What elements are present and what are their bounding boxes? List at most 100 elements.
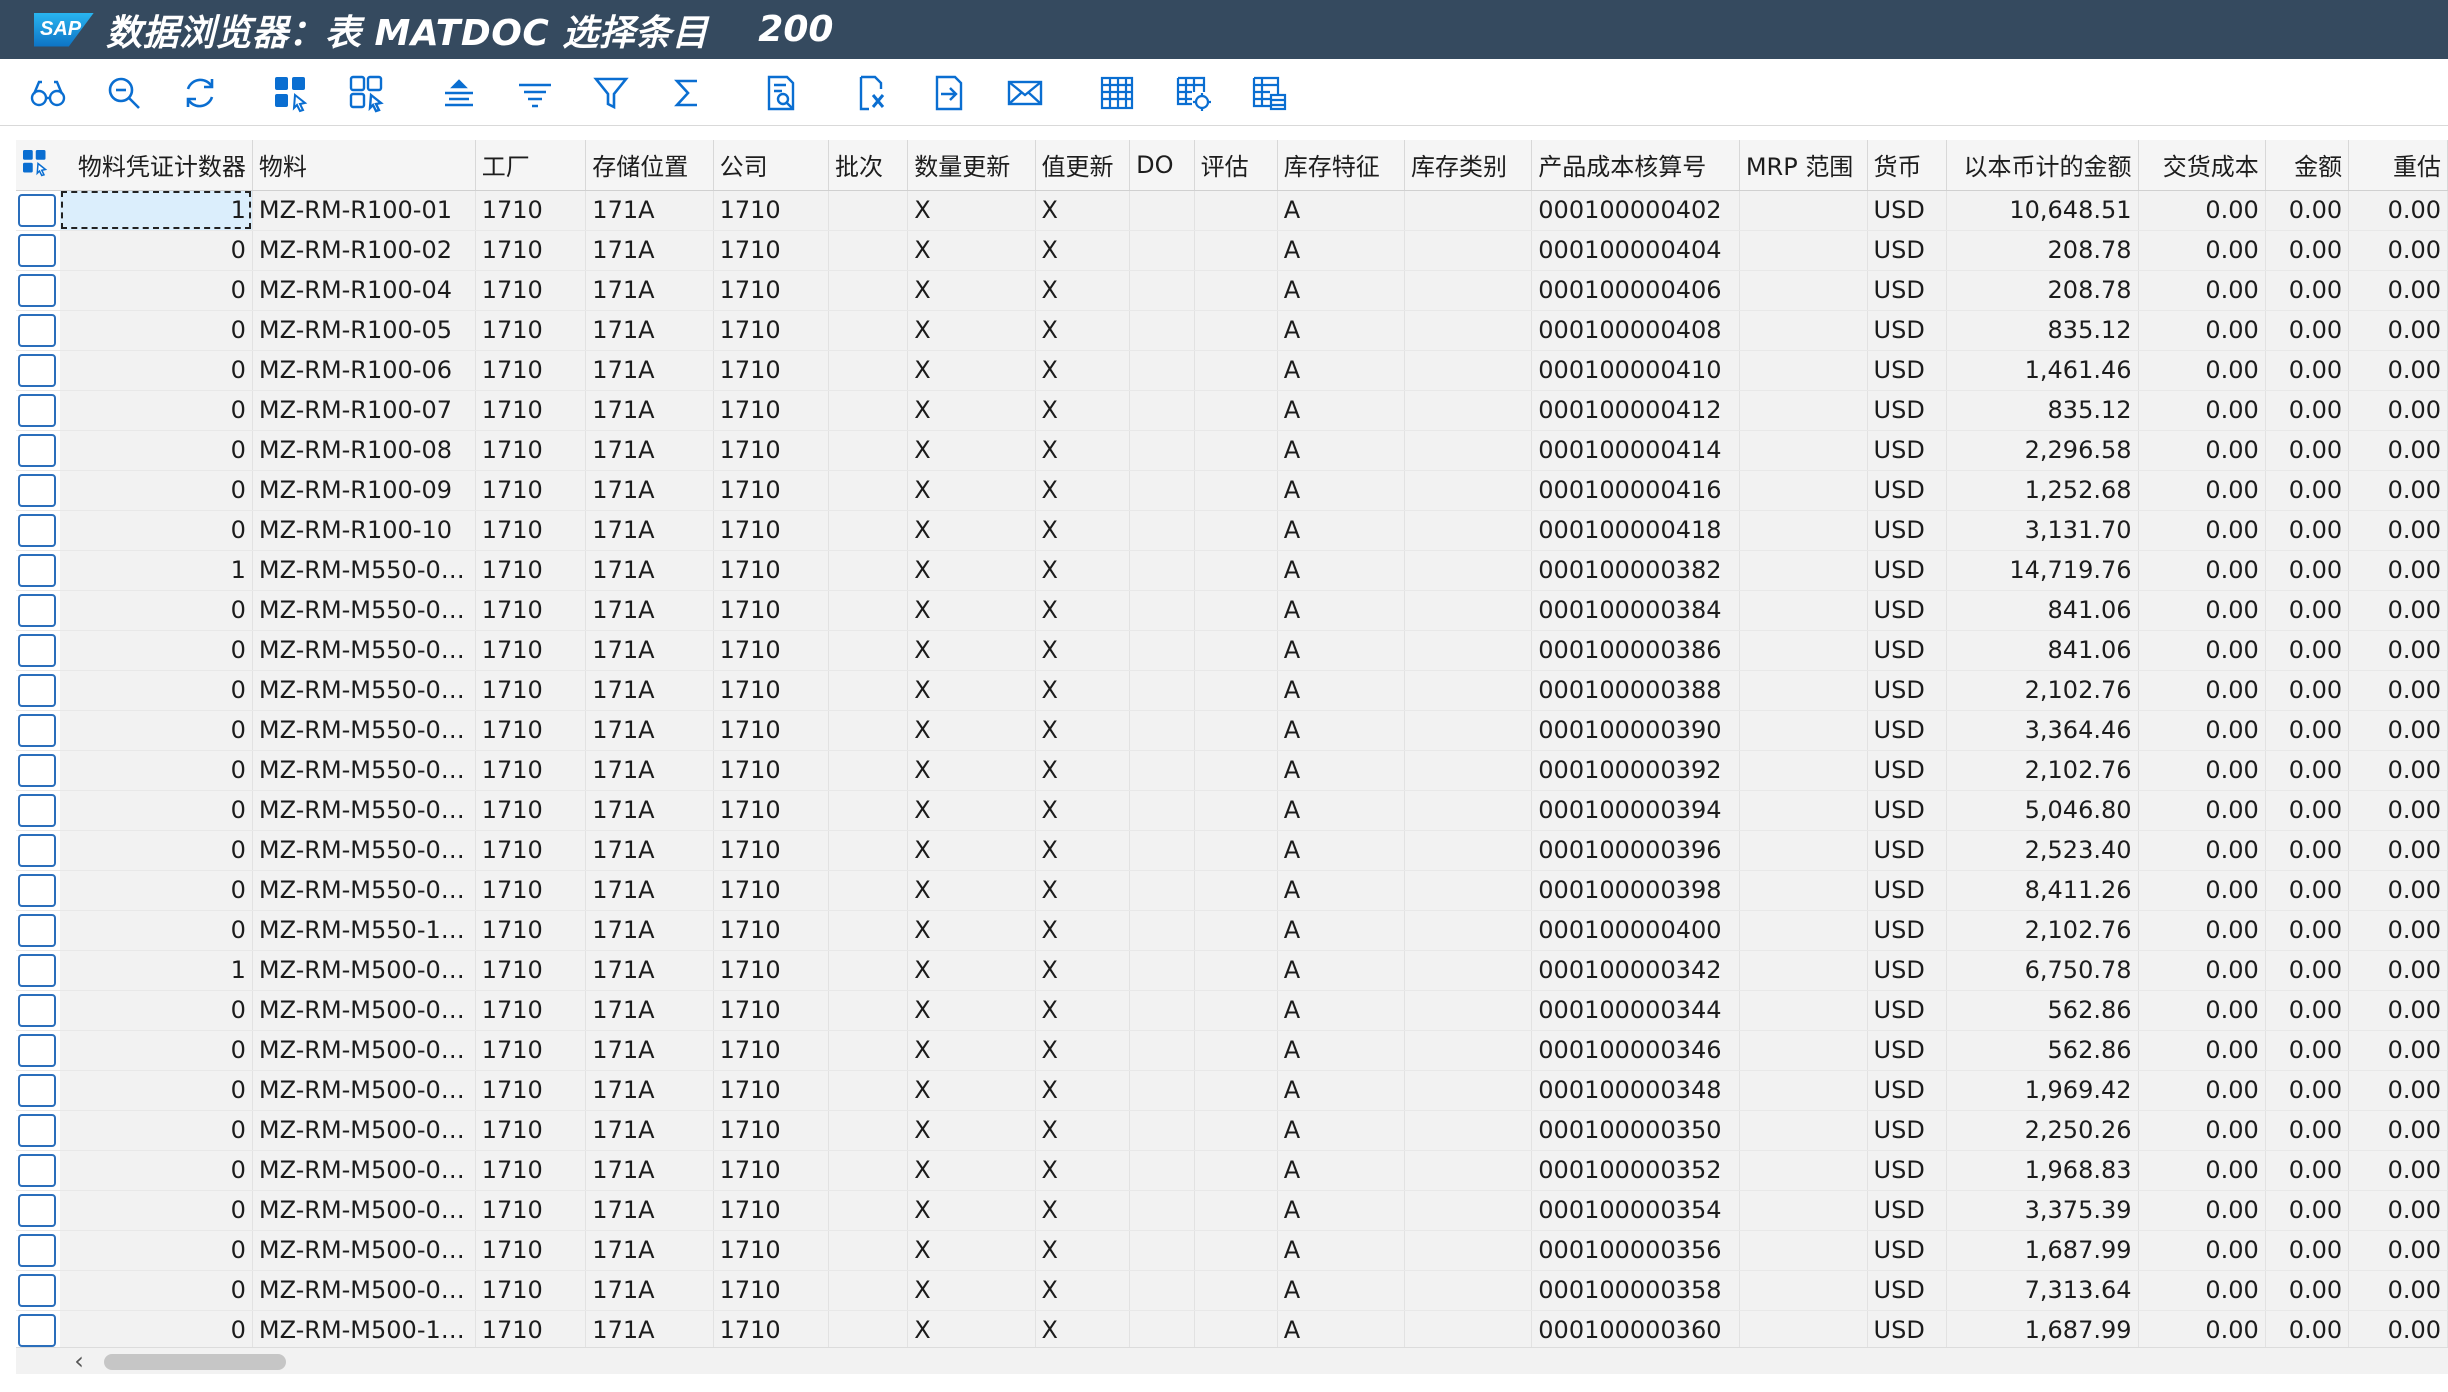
table-cell[interactable] <box>1129 550 1195 591</box>
table-cell[interactable]: X <box>1035 230 1131 271</box>
table-cell[interactable]: 1710 <box>713 590 829 631</box>
table-cell[interactable]: USD <box>1867 1230 1947 1271</box>
table-cell[interactable]: X <box>1035 1270 1131 1311</box>
table-cell[interactable]: X <box>1035 190 1131 231</box>
magnifier-icon[interactable] <box>103 72 145 114</box>
table-row[interactable]: 0 MZ-RM-R100-10 1710 171A 1710 X X A 00010000041… <box>16 510 2448 551</box>
table-cell[interactable]: X <box>907 310 1036 351</box>
table-cell[interactable]: 0.00 <box>2138 190 2266 231</box>
table-cell[interactable]: 000100000388 <box>1531 670 1740 711</box>
table-row[interactable]: 0 MZ-RM-R100-04 1710 171A 1710 X X A 00010000040… <box>16 270 2448 311</box>
table-cell[interactable]: 171A <box>585 190 714 231</box>
table-cell[interactable]: 000100000390 <box>1531 710 1740 751</box>
table-cell[interactable] <box>1194 550 1278 591</box>
row-selector[interactable] <box>16 910 60 951</box>
table-cell[interactable] <box>828 590 909 631</box>
table-cell[interactable]: 0.00 <box>2265 310 2350 351</box>
table-cell[interactable]: 1710 <box>475 230 587 271</box>
table-cell[interactable]: 0.00 <box>2348 1030 2448 1071</box>
table-cell[interactable]: MZ-RM-M550-0… <box>252 750 476 791</box>
table-cell[interactable]: A <box>1277 1150 1406 1191</box>
table-cell[interactable]: 1,461.46 <box>1946 350 2139 391</box>
table-cell[interactable]: 0.00 <box>2265 830 2350 871</box>
table-cell[interactable]: 1710 <box>713 310 829 351</box>
table-cell[interactable]: MZ-RM-R100-05 <box>252 310 476 351</box>
table-cell[interactable]: 0 <box>59 1270 253 1311</box>
table-cell[interactable]: 0.00 <box>2138 990 2266 1031</box>
export-icon[interactable] <box>928 72 970 114</box>
table-cell[interactable] <box>828 510 909 551</box>
table-cell[interactable] <box>828 430 909 471</box>
table-cell[interactable] <box>1739 390 1868 431</box>
table-cell[interactable] <box>1739 550 1868 591</box>
table-cell[interactable]: 000100000398 <box>1531 870 1740 911</box>
table-cell[interactable]: A <box>1277 1310 1406 1351</box>
table-cell[interactable]: X <box>907 1070 1036 1111</box>
table-cell[interactable]: 1710 <box>713 950 829 991</box>
table-cell[interactable]: MZ-RM-M500-1… <box>252 1310 476 1351</box>
table-cell[interactable]: X <box>907 1230 1036 1271</box>
glasses-icon[interactable] <box>27 72 69 114</box>
row-selector[interactable] <box>16 990 60 1031</box>
row-select-checkbox[interactable] <box>18 713 56 747</box>
table-cell[interactable]: A <box>1277 990 1406 1031</box>
table-cell[interactable]: MZ-RM-M550-0… <box>252 710 476 751</box>
table-cell[interactable]: 000100000356 <box>1531 1230 1740 1271</box>
table-cell[interactable] <box>1404 950 1533 991</box>
table-cell[interactable]: 3,364.46 <box>1946 710 2139 751</box>
table-cell[interactable]: 835.12 <box>1946 310 2139 351</box>
table-cell[interactable]: 1710 <box>713 510 829 551</box>
table-cell[interactable]: 0.00 <box>2348 190 2448 231</box>
table-row[interactable]: 0 MZ-RM-M550-0… 1710 171A 1710 X X A 00010000039… <box>16 790 2448 831</box>
column-header-9[interactable]: 评估 <box>1194 140 1278 191</box>
table-cell[interactable]: X <box>907 1190 1036 1231</box>
column-header-12[interactable]: 产品成本核算号 <box>1531 140 1740 191</box>
table-cell[interactable]: 171A <box>585 430 714 471</box>
table-cell[interactable]: 1710 <box>713 1270 829 1311</box>
table-cell[interactable] <box>1129 590 1195 631</box>
table-cell[interactable] <box>1194 270 1278 311</box>
table-row[interactable]: 0 MZ-RM-M500-0… 1710 171A 1710 X X A 00010000034… <box>16 1070 2448 1111</box>
row-select-checkbox[interactable] <box>18 233 56 267</box>
table-cell[interactable] <box>1194 1150 1278 1191</box>
table-cell[interactable]: 1710 <box>475 670 587 711</box>
table-cell[interactable]: A <box>1277 830 1406 871</box>
table-cell[interactable] <box>1129 1150 1195 1191</box>
table-cell[interactable]: 0.00 <box>2265 230 2350 271</box>
table-cell[interactable]: 0.00 <box>2265 870 2350 911</box>
table-cell[interactable] <box>828 830 909 871</box>
table-cell[interactable] <box>1129 710 1195 751</box>
table-cell[interactable] <box>1404 1110 1533 1151</box>
table-cell[interactable]: X <box>1035 1070 1131 1111</box>
table-cell[interactable]: 1,969.42 <box>1946 1070 2139 1111</box>
table-cell[interactable]: 0.00 <box>2265 350 2350 391</box>
table-cell[interactable]: 0.00 <box>2348 910 2448 951</box>
table-cell[interactable]: 171A <box>585 1270 714 1311</box>
table-cell[interactable] <box>828 550 909 591</box>
column-header-7[interactable]: 值更新 <box>1035 140 1131 191</box>
table-cell[interactable]: 0 <box>59 630 253 671</box>
table-cell[interactable]: 171A <box>585 870 714 911</box>
table-cell[interactable] <box>1194 350 1278 391</box>
table-cell[interactable] <box>1194 630 1278 671</box>
row-selector[interactable] <box>16 190 60 231</box>
table-cell[interactable]: 171A <box>585 790 714 831</box>
table-cell[interactable]: 0 <box>59 1310 253 1351</box>
table-cell[interactable]: 1,687.99 <box>1946 1230 2139 1271</box>
table-cell[interactable]: 171A <box>585 1230 714 1271</box>
table-cell[interactable] <box>1404 1150 1533 1191</box>
table-cell[interactable]: MZ-RM-M500-0… <box>252 1110 476 1151</box>
table-cell[interactable] <box>1404 910 1533 951</box>
table-cell[interactable] <box>1129 390 1195 431</box>
table-cell[interactable]: 0.00 <box>2138 550 2266 591</box>
table-cell[interactable]: USD <box>1867 830 1947 871</box>
table-cell[interactable] <box>1739 910 1868 951</box>
table-cell[interactable]: MZ-RM-M500-0… <box>252 1150 476 1191</box>
row-select-checkbox[interactable] <box>18 1153 56 1187</box>
row-selector[interactable] <box>16 1190 60 1231</box>
table-cell[interactable] <box>1404 670 1533 711</box>
table-cell[interactable]: USD <box>1867 550 1947 591</box>
table-cell[interactable] <box>1739 990 1868 1031</box>
column-header-3[interactable]: 存储位置 <box>585 140 714 191</box>
table-cell[interactable]: 0 <box>59 830 253 871</box>
